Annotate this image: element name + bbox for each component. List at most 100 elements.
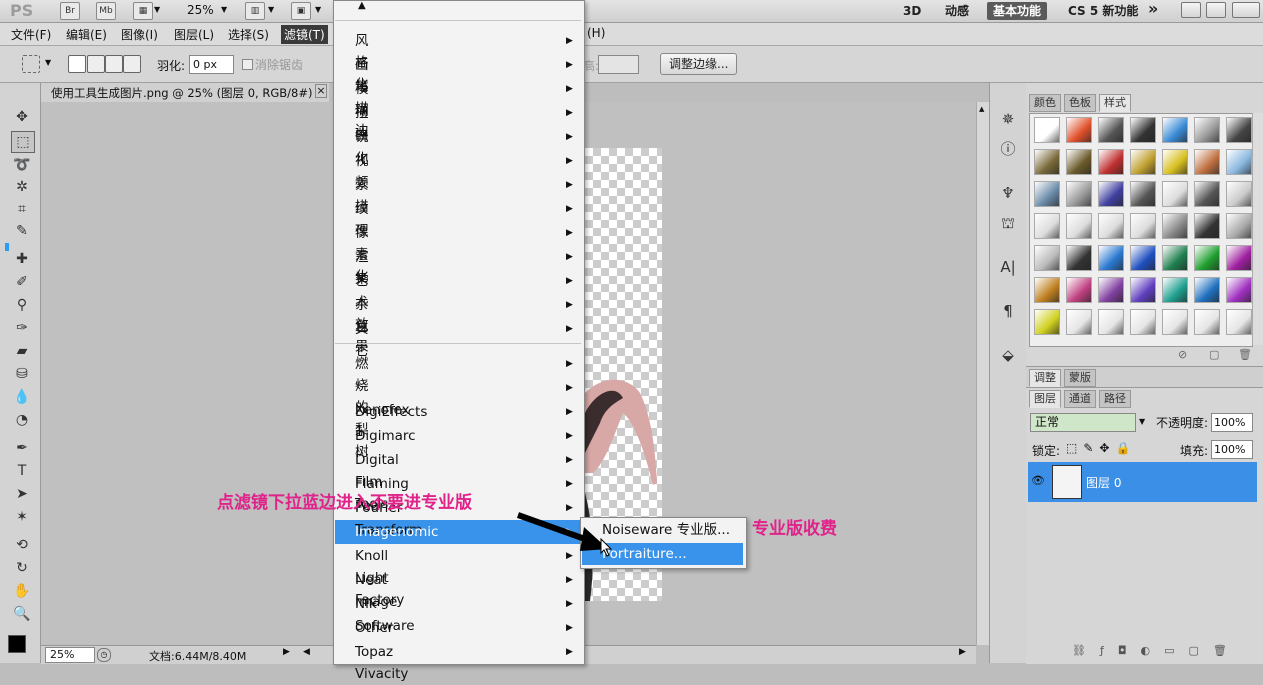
filter-menu-item[interactable]: 模糊 xyxy=(355,78,369,119)
style-swatch[interactable] xyxy=(1194,149,1220,175)
navigator-icon[interactable]: ✵ xyxy=(998,109,1018,129)
shape-tool-icon[interactable]: ✶ xyxy=(11,507,33,527)
workspace-3d[interactable]: 3D xyxy=(897,2,927,20)
arrange-documents-button[interactable]: ▥ xyxy=(245,2,265,20)
styles-scrollbar[interactable] xyxy=(1252,113,1263,345)
style-swatch[interactable] xyxy=(1130,117,1156,143)
filter-menu-item[interactable]: 画笔描边 xyxy=(355,54,369,139)
workspace-cs5-new[interactable]: CS 5 新功能 xyxy=(1062,2,1144,20)
style-swatch[interactable] xyxy=(1130,309,1156,335)
opacity-input[interactable]: 100% xyxy=(1211,413,1253,432)
style-swatch[interactable] xyxy=(1098,149,1124,175)
refine-edge-button[interactable]: 调整边缘... xyxy=(660,53,738,75)
style-swatch[interactable] xyxy=(1194,309,1220,335)
style-swatch[interactable] xyxy=(1194,181,1220,207)
subtract-selection-icon[interactable] xyxy=(105,55,123,73)
vertical-scrollbar[interactable]: ▲ xyxy=(976,102,989,645)
tab-masks[interactable]: 蒙版 xyxy=(1064,369,1096,387)
tab-styles[interactable]: 样式 xyxy=(1099,94,1131,112)
height-input[interactable] xyxy=(598,55,639,74)
style-swatch[interactable] xyxy=(1098,309,1124,335)
add-selection-icon[interactable] xyxy=(87,55,105,73)
minimize-button[interactable] xyxy=(1181,2,1201,18)
style-swatch[interactable] xyxy=(1162,277,1188,303)
magic-wand-tool-icon[interactable]: ✲ xyxy=(11,177,33,197)
workspace-essentials[interactable]: 基本功能 xyxy=(987,2,1048,20)
3d-orbit-tool-icon[interactable]: ↻ xyxy=(11,558,33,578)
style-swatch[interactable] xyxy=(1034,181,1060,207)
hand-tool-icon[interactable]: ✋ xyxy=(11,581,33,601)
filter-menu-item[interactable]: Nik Software xyxy=(355,593,415,634)
style-swatch[interactable] xyxy=(1066,181,1092,207)
style-swatch[interactable] xyxy=(1066,149,1092,175)
filter-menu-item[interactable]: Imagenomic xyxy=(355,521,438,543)
filter-menu-item[interactable]: Neat Image xyxy=(355,569,397,610)
chevron-down-icon[interactable]: ▼ xyxy=(221,5,227,14)
chevron-down-icon[interactable]: ▼ xyxy=(154,5,160,14)
style-swatch[interactable] xyxy=(1194,245,1220,271)
style-swatch[interactable] xyxy=(1066,309,1092,335)
scroll-up-arrow-icon[interactable]: ▲ xyxy=(358,0,366,11)
filter-menu-item[interactable]: 纹理 xyxy=(355,198,369,239)
eraser-tool-icon[interactable]: ▰ xyxy=(11,341,33,361)
style-swatch[interactable] xyxy=(1226,181,1252,207)
blur-tool-icon[interactable]: 💧 xyxy=(11,387,33,407)
view-extras-button[interactable]: ▦ xyxy=(133,2,153,20)
style-swatch[interactable] xyxy=(1066,117,1092,143)
style-swatch[interactable] xyxy=(1130,277,1156,303)
filter-menu-item[interactable]: 锐化 xyxy=(355,126,369,167)
style-swatch[interactable] xyxy=(1226,213,1252,239)
chevron-down-icon[interactable]: ▼ xyxy=(315,5,321,14)
history-brush-tool-icon[interactable]: ✑ xyxy=(11,318,33,338)
healing-brush-tool-icon[interactable]: ✚ xyxy=(11,249,33,269)
filter-menu-item[interactable]: Knoll Light Factory xyxy=(355,545,404,608)
eye-visibility-icon[interactable]: 👁 xyxy=(1031,474,1045,487)
filter-menu-item[interactable]: DigiEffects xyxy=(355,401,427,423)
layer-row[interactable]: 👁 图层 0 xyxy=(1028,462,1257,502)
restore-button[interactable] xyxy=(1206,2,1226,18)
style-swatch[interactable] xyxy=(1098,117,1124,143)
style-swatch[interactable] xyxy=(1162,181,1188,207)
menu-filter[interactable]: 滤镜(T) xyxy=(281,25,328,44)
style-swatch[interactable] xyxy=(1194,117,1220,143)
tab-channels[interactable]: 通道 xyxy=(1064,390,1096,408)
feather-input[interactable]: 0 px xyxy=(189,55,234,74)
layer-footer-icons[interactable]: ⛓ƒ◘◐▭▢🗑 xyxy=(1072,644,1241,657)
style-swatch[interactable] xyxy=(1098,277,1124,303)
eyedropper-tool-icon[interactable]: ✎ xyxy=(11,221,33,241)
move-tool-icon[interactable]: ✥ xyxy=(11,107,33,127)
blend-mode-select[interactable]: 正常 xyxy=(1030,413,1136,432)
lasso-tool-icon[interactable]: ➰ xyxy=(11,155,33,175)
menu-layer[interactable]: 图层(L) xyxy=(174,26,214,43)
style-swatch[interactable] xyxy=(1226,149,1252,175)
bridge-button[interactable]: Br xyxy=(60,2,80,20)
paragraph-icon[interactable]: ¶ xyxy=(998,301,1018,321)
style-swatch[interactable] xyxy=(1162,245,1188,271)
new-style-icon[interactable]: ▢ xyxy=(1209,348,1219,361)
style-swatch[interactable] xyxy=(1098,213,1124,239)
intersect-selection-icon[interactable] xyxy=(123,55,141,73)
paint-bucket-tool-icon[interactable]: ⛁ xyxy=(11,364,33,384)
style-swatch[interactable] xyxy=(1226,309,1252,335)
scroll-right-icon[interactable]: ▶ xyxy=(959,647,966,657)
menu-help[interactable]: (H) xyxy=(587,26,605,40)
style-swatch[interactable] xyxy=(1194,213,1220,239)
chevron-down-icon[interactable]: ▼ xyxy=(268,5,274,14)
crop-tool-icon[interactable]: ⌗ xyxy=(11,199,33,219)
document-tab[interactable]: 使用工具生成图片.png @ 25% (图层 0, RGB/8#) × xyxy=(41,83,329,103)
style-swatch[interactable] xyxy=(1034,277,1060,303)
filter-menu-item[interactable]: 渲染 xyxy=(355,246,369,287)
tab-swatches[interactable]: 色板 xyxy=(1064,94,1096,112)
style-swatch[interactable] xyxy=(1130,149,1156,175)
filter-menu-item[interactable]: Topaz Vivacity xyxy=(355,641,408,682)
chevron-down-icon[interactable]: ▼ xyxy=(45,58,51,67)
scroll-left-icon[interactable]: ◀ xyxy=(303,647,310,657)
marquee-preset-icon[interactable] xyxy=(22,55,40,73)
filter-menu-item[interactable]: 杂色 xyxy=(355,294,369,335)
clone-source-icon[interactable]: ⛫ xyxy=(998,213,1018,233)
style-swatch[interactable] xyxy=(1162,117,1188,143)
style-swatch[interactable] xyxy=(1226,277,1252,303)
chevron-down-icon[interactable]: ▼ xyxy=(1139,417,1145,426)
fill-input[interactable]: 100% xyxy=(1211,440,1253,459)
style-swatch[interactable] xyxy=(1034,213,1060,239)
